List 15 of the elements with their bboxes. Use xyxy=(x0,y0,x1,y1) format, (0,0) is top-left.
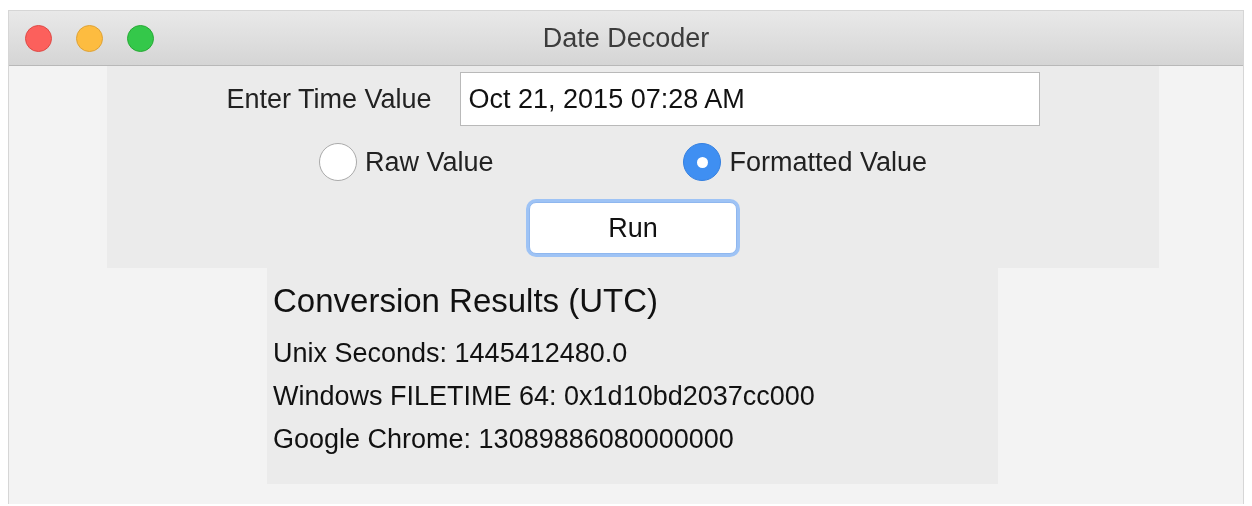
time-value-field[interactable]: Oct 21, 2015 07:28 AM xyxy=(459,72,1040,126)
result-line: Windows FILETIME 64: 0x1d10bd2037cc000 xyxy=(273,381,816,412)
radio-button[interactable] xyxy=(683,143,722,181)
run-button[interactable]: Run xyxy=(529,202,737,254)
field-label: Enter Time Value xyxy=(226,83,432,115)
minimize-button[interactable] xyxy=(76,24,103,52)
radio-button[interactable] xyxy=(318,143,357,181)
result-line: Unix Seconds: 1445412480.0 xyxy=(273,338,629,369)
zoom-button[interactable] xyxy=(127,24,154,52)
window-title: Date Decoder xyxy=(542,22,710,54)
radio-option[interactable]: Formatted Value xyxy=(683,134,928,190)
result-line: Google Chrome: 13089886080000000 xyxy=(273,424,735,455)
results-title: Conversion Results (UTC) xyxy=(273,282,660,320)
close-button[interactable] xyxy=(25,24,52,52)
radio-option[interactable]: Raw Value xyxy=(318,134,494,190)
